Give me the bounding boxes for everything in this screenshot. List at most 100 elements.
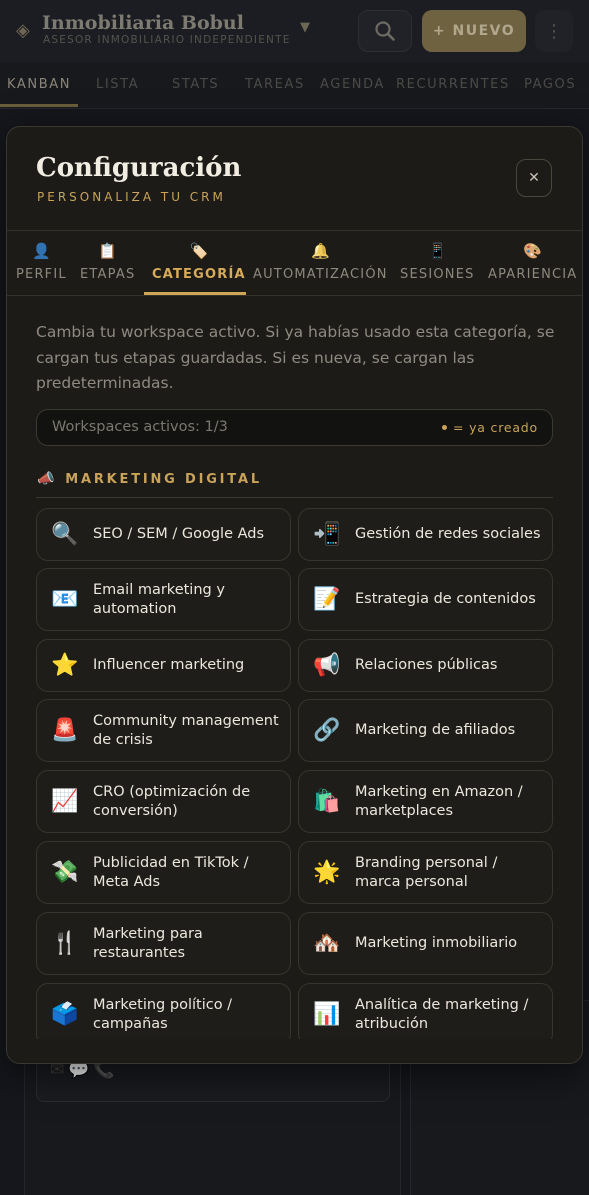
created-legend: = ya creado <box>442 420 538 435</box>
category-label: Gestión de redes sociales <box>355 526 541 542</box>
tab-label: AUTOMATIZACIÓN <box>253 267 388 282</box>
loudspeaker-icon: 📢 <box>313 653 341 678</box>
megaphone-icon: 📣 <box>37 471 58 487</box>
dot-icon <box>442 425 448 430</box>
tab-perfil[interactable]: 👤 PERFIL <box>16 241 67 282</box>
tab-automatizacion[interactable]: 🔔 AUTOMATIZACIÓN <box>253 241 388 282</box>
nav-tab-recurrentes[interactable]: RECURRENTES <box>396 77 510 92</box>
category-label: Analítica de marketing / atribución <box>355 996 529 1032</box>
link-icon: 🔗 <box>313 718 341 743</box>
bell-icon: 🔔 <box>311 242 330 260</box>
category-label: Email marketing y automation <box>93 581 225 617</box>
close-icon: ✕ <box>528 170 540 186</box>
brand-diamond-icon: ◈ <box>16 20 30 41</box>
category-option[interactable]: 🚨 Community management de crisis <box>36 699 291 762</box>
tab-categoria[interactable]: 🏷️ CATEGORÍA <box>152 241 246 282</box>
brand-subtitle: ASESOR INMOBILIARIO INDEPENDIENTE <box>43 34 291 46</box>
new-button[interactable]: + NUEVO <box>422 10 526 52</box>
more-options-button[interactable]: ⋮ <box>535 10 573 52</box>
email-icon: 📧 <box>51 587 79 612</box>
category-label: Marketing de afiliados <box>355 722 516 738</box>
category-label: Marketing político / campañas <box>93 996 233 1032</box>
nav-active-indicator <box>0 104 78 107</box>
palette-icon: 🎨 <box>523 242 543 260</box>
category-option[interactable]: 🏘️ Marketing inmobiliario <box>298 912 553 975</box>
siren-icon: 🚨 <box>51 718 79 743</box>
category-option[interactable]: 📝 Estrategia de contenidos <box>298 568 553 631</box>
money-wings-icon: 💸 <box>51 860 79 885</box>
search-button[interactable] <box>358 10 412 52</box>
section-title: MARKETING DIGITAL <box>65 472 262 487</box>
category-option[interactable]: 🗳️ Marketing político / campañas <box>36 983 291 1039</box>
kebab-menu-icon: ⋮ <box>545 20 563 42</box>
category-label: Publicidad en TikTok / Meta Ads <box>93 854 249 890</box>
tab-apariencia[interactable]: 🎨 APARIENCIA <box>488 241 577 282</box>
workspace-dropdown-icon[interactable]: ▼ <box>300 20 310 35</box>
tab-label: CATEGORÍA <box>152 267 246 282</box>
category-option[interactable]: 🔗 Marketing de afiliados <box>298 699 553 762</box>
nav-tab-pagos[interactable]: PAGOS <box>524 77 576 92</box>
category-option[interactable]: 📈 CRO (optimización de conversión) <box>36 770 291 833</box>
category-option[interactable]: 📧 Email marketing y automation <box>36 568 291 631</box>
section-header: 📣 MARKETING DIGITAL <box>37 471 262 487</box>
user-icon: 👤 <box>32 242 51 260</box>
category-option[interactable]: 📲 Gestión de redes sociales <box>298 508 553 561</box>
category-label: SEO / SEM / Google Ads <box>93 526 265 542</box>
legend-label: = ya creado <box>453 420 538 435</box>
glowing-star-icon: 🌟 <box>313 860 341 885</box>
clipboard-icon: 📋 <box>98 242 118 260</box>
nav-tab-stats[interactable]: STATS <box>172 77 219 92</box>
nav-tab-kanban[interactable]: KANBAN <box>7 77 71 92</box>
category-label: Relaciones públicas <box>355 657 498 673</box>
category-label: Influencer marketing <box>93 657 245 673</box>
close-button[interactable]: ✕ <box>516 159 552 197</box>
workspaces-count: Workspaces activos: 1/3 <box>52 419 228 435</box>
tag-icon: 🏷️ <box>189 242 209 260</box>
tab-etapas[interactable]: 📋 ETAPAS <box>80 241 135 282</box>
category-label: Branding personal / marca personal <box>355 854 498 890</box>
category-option[interactable]: 📢 Relaciones públicas <box>298 639 553 692</box>
nav-tab-agenda[interactable]: AGENDA <box>320 77 385 92</box>
fork-knife-icon: 🍴 <box>51 931 79 956</box>
category-option[interactable]: 🛍️ Marketing en Amazon / marketplaces <box>298 770 553 833</box>
tab-label: PERFIL <box>16 267 67 282</box>
category-label: Community management de crisis <box>93 712 279 748</box>
category-option[interactable]: ⭐ Influencer marketing <box>36 639 291 692</box>
category-option[interactable]: 💸 Publicidad en TikTok / Meta Ads <box>36 841 291 904</box>
brand-name: Inmobiliaria Bobul <box>42 12 244 34</box>
workspaces-status-bar: Workspaces activos: 1/3 = ya creado <box>36 409 553 446</box>
tab-label: ETAPAS <box>80 267 136 282</box>
category-option[interactable]: 🍴 Marketing para restaurantes <box>36 912 291 975</box>
tab-sesiones[interactable]: 📱 SESIONES <box>400 241 475 282</box>
category-label: Marketing inmobiliario <box>355 935 518 951</box>
category-grid: 🔍 SEO / SEM / Google Ads 📲 Gestión de redes… <box>36 508 553 1039</box>
settings-modal: Configuración PERSONALIZA TU CRM ✕ 👤 PER… <box>6 126 583 1064</box>
memo-icon: 📝 <box>313 587 341 612</box>
category-label: Marketing para restaurantes <box>93 925 203 961</box>
tab-label: APARIENCIA <box>488 267 578 282</box>
category-label: CRO (optimización de conversión) <box>93 783 251 819</box>
category-option[interactable]: 📊 Analítica de marketing / atribución <box>298 983 553 1039</box>
divider <box>36 497 553 498</box>
modal-title: Configuración <box>36 153 242 183</box>
category-label: Marketing en Amazon / marketplaces <box>355 783 523 819</box>
modal-subtitle: PERSONALIZA TU CRM <box>37 190 226 204</box>
shopping-bags-icon: 🛍️ <box>313 789 341 814</box>
chart-up-icon: 📈 <box>51 789 79 814</box>
tab-label: SESIONES <box>400 267 475 282</box>
search-icon <box>375 21 395 41</box>
nav-tab-lista[interactable]: LISTA <box>96 77 139 92</box>
category-label: Estrategia de contenidos <box>355 591 536 607</box>
settings-tabs: 👤 PERFIL 📋 ETAPAS 🏷️ CATEGORÍA 🔔 AUTOMAT… <box>7 231 582 295</box>
bar-chart-icon: 📊 <box>313 1002 341 1027</box>
category-option[interactable]: 🔍 SEO / SEM / Google Ads <box>36 508 291 561</box>
nav-tab-tareas[interactable]: TAREAS <box>245 77 305 92</box>
mobile-arrow-icon: 📲 <box>313 522 341 547</box>
magnifier-icon: 🔍 <box>51 522 79 547</box>
category-option[interactable]: 🌟 Branding personal / marca personal <box>298 841 553 904</box>
category-description: Cambia tu workspace activo. Si ya habías… <box>36 323 555 392</box>
top-bar: ◈ Inmobiliaria Bobul ASESOR INMOBILIARIO… <box>0 0 589 62</box>
star-icon: ⭐ <box>51 653 79 678</box>
houses-icon: 🏘️ <box>313 931 341 956</box>
main-nav-tabs: KANBAN LISTA STATS TAREAS AGENDA RECURRE… <box>0 62 589 109</box>
